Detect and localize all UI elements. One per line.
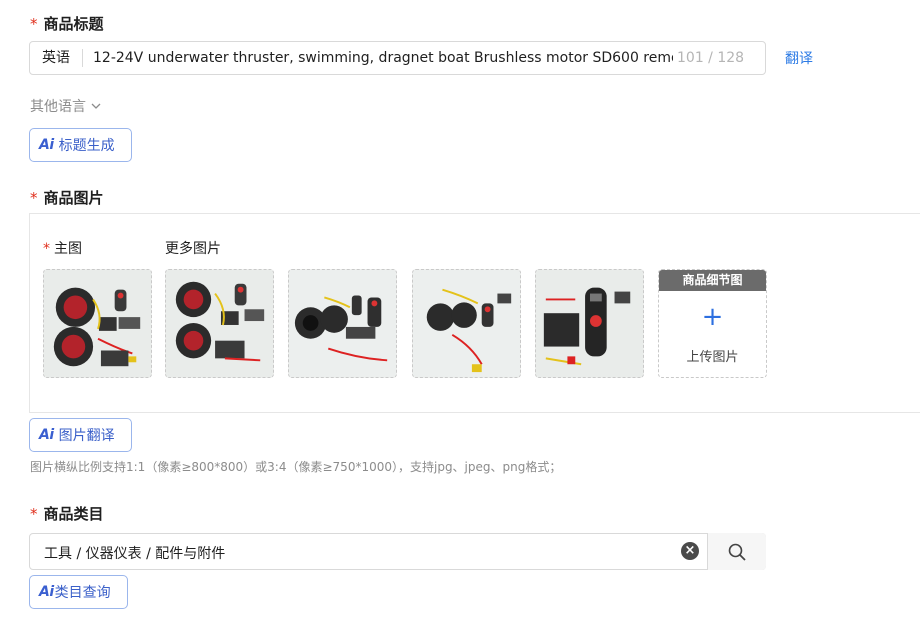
ai-image-translate-label: 图片翻译 xyxy=(58,428,115,444)
clear-icon[interactable]: × xyxy=(681,542,699,560)
more-images-label: 更多图片 xyxy=(165,241,221,257)
required-mark: * xyxy=(30,189,38,207)
upload-header: 商品细节图 xyxy=(659,270,766,291)
translate-link[interactable]: 翻译 xyxy=(785,48,813,68)
upload-detail-image[interactable]: 商品细节图 + 上传图片 xyxy=(658,269,767,378)
ai-title-generate-label: 标题生成 xyxy=(58,138,115,154)
category-input[interactable]: 工具 / 仪器仪表 / 配件与附件 × xyxy=(29,533,766,570)
main-image-label: * 主图 xyxy=(43,241,82,257)
char-counter: 101 / 128 xyxy=(677,50,745,66)
ai-icon: Ai xyxy=(39,427,54,443)
images-label: * 商品图片 xyxy=(30,189,104,207)
title-input[interactable]: 英语 12-24V underwater thruster, swimming,… xyxy=(29,41,766,75)
product-image-2[interactable] xyxy=(165,269,274,378)
ai-title-generate-button[interactable]: Ai 标题生成 xyxy=(29,128,132,162)
ai-category-query-label: 类目查询 xyxy=(54,585,111,601)
ai-image-translate-button[interactable]: Ai 图片翻译 xyxy=(29,418,132,452)
product-image-main[interactable] xyxy=(43,269,152,378)
category-value: 工具 / 仪器仪表 / 配件与附件 xyxy=(44,546,226,562)
required-mark: * xyxy=(30,15,38,33)
other-languages-toggle[interactable]: 其他语言 xyxy=(30,96,102,116)
title-text[interactable]: 12-24V underwater thruster, swimming, dr… xyxy=(83,50,673,66)
ai-icon: Ai xyxy=(39,137,54,153)
other-languages-label: 其他语言 xyxy=(30,99,86,115)
image-hint: 图片横纵比例支持1:1（像素≥800*800）或3:4（像素≥750*1000）… xyxy=(30,460,562,474)
plus-icon: + xyxy=(701,302,724,332)
category-search-button[interactable] xyxy=(707,533,766,570)
search-icon xyxy=(728,543,746,561)
product-image-5[interactable] xyxy=(535,269,644,378)
required-mark: * xyxy=(30,505,38,523)
upload-label: 上传图片 xyxy=(686,350,739,365)
category-label: * 商品类目 xyxy=(30,505,104,523)
chevron-down-icon xyxy=(91,103,101,109)
title-label: * 商品标题 xyxy=(30,15,104,33)
ai-icon: Ai xyxy=(39,584,54,600)
product-image-3[interactable] xyxy=(288,269,397,378)
language-select[interactable]: 英语 xyxy=(30,49,83,67)
ai-category-query-button[interactable]: Ai 类目查询 xyxy=(29,575,128,609)
product-image-4[interactable] xyxy=(412,269,521,378)
